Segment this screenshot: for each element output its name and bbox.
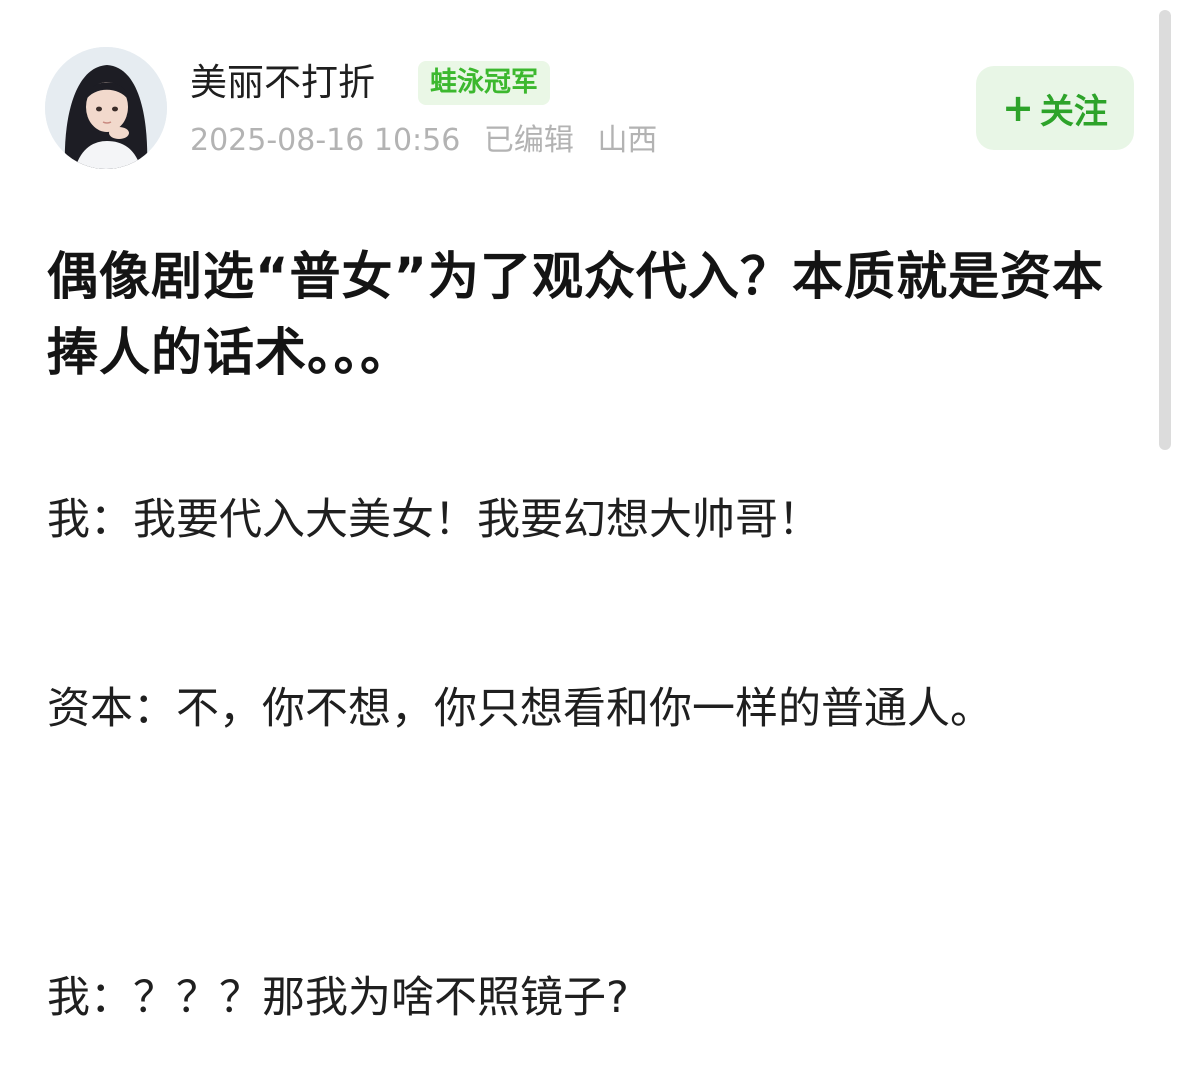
avatar-girl-illustration-icon bbox=[45, 47, 167, 169]
post-datetime: 2025-08-16 10:56 bbox=[190, 123, 461, 158]
post-paragraph: 资本：不，你不想，你只想看和你一样的普通人。 bbox=[47, 684, 993, 734]
post-paragraph: 我：我要代入大美女！我要幻想大帅哥！ bbox=[47, 495, 821, 545]
edited-label: 已编辑 bbox=[483, 123, 574, 158]
author-name[interactable]: 美丽不打折 bbox=[190, 58, 375, 108]
avatar[interactable] bbox=[45, 47, 167, 169]
post-location: 山西 bbox=[597, 123, 658, 158]
scrollbar[interactable] bbox=[1159, 10, 1171, 450]
follow-button[interactable]: + 关注 bbox=[976, 66, 1134, 150]
post-page: 美丽不打折 蛙泳冠军 2025-08-16 10:56 已编辑 山西 + 关注 … bbox=[0, 0, 1179, 1084]
post-meta: 2025-08-16 10:56 已编辑 山西 bbox=[190, 120, 671, 162]
post-title: 偶像剧选“普女”为了观众代入？本质就是资本捧人的话术。。。 bbox=[47, 248, 1105, 383]
post-paragraph: 我：？？？那我为啥不照镜子? bbox=[47, 973, 629, 1023]
plus-icon: + bbox=[1002, 86, 1034, 130]
follow-label: 关注 bbox=[1039, 91, 1108, 132]
author-badge[interactable]: 蛙泳冠军 bbox=[418, 61, 550, 105]
